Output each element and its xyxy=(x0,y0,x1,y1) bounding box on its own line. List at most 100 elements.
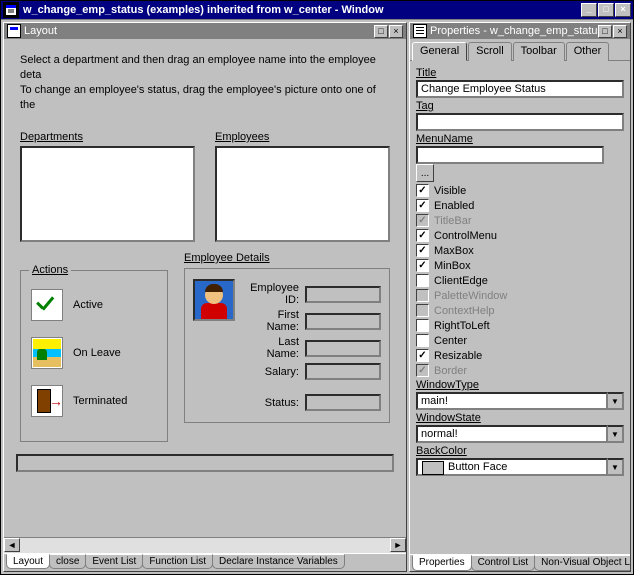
layout-bottom-tabs: Layout close Event List Function List De… xyxy=(4,553,406,571)
action-onleave[interactable]: On Leave xyxy=(31,337,159,369)
checkbox-row-enabled: ✓Enabled xyxy=(416,199,624,212)
properties-maximize-button[interactable]: □ xyxy=(598,25,612,38)
minimize-button[interactable]: _ xyxy=(581,3,597,17)
first-name-label: First Name: xyxy=(243,309,301,333)
employee-photo[interactable] xyxy=(193,279,235,321)
backcolor-label: BackColor xyxy=(416,445,624,457)
tab-scroll[interactable]: Scroll xyxy=(468,42,512,61)
title-property-label: Title xyxy=(416,67,624,79)
active-icon xyxy=(31,289,63,321)
layout-canvas[interactable]: Select a department and then drag an emp… xyxy=(4,39,406,537)
tab-other[interactable]: Other xyxy=(566,42,610,61)
layout-maximize-button[interactable]: □ xyxy=(374,25,388,38)
employees-label: Employees xyxy=(215,131,390,143)
tab-nonvisual-object-list[interactable]: Non-Visual Object List xyxy=(534,555,631,571)
visible-checkbox[interactable]: ✓ xyxy=(416,184,429,197)
tab-control-list[interactable]: Control List xyxy=(471,555,536,571)
maximize-button[interactable]: □ xyxy=(598,3,614,17)
properties-panel-title: Properties - w_change_emp_status inh xyxy=(430,25,598,37)
client-area: Layout □ × Select a department and then … xyxy=(1,19,633,574)
visible-label: Visible xyxy=(434,185,466,197)
maxbox-checkbox[interactable]: ✓ xyxy=(416,244,429,257)
salary-field[interactable] xyxy=(305,363,381,380)
scroll-left-button[interactable]: ◄ xyxy=(4,538,20,552)
tab-event-list[interactable]: Event List xyxy=(85,554,143,569)
clientedge-label: ClientEdge xyxy=(434,275,488,287)
windowstate-label: WindowState xyxy=(416,412,624,424)
color-swatch-icon xyxy=(422,461,444,475)
action-terminated[interactable]: Terminated xyxy=(31,385,159,417)
righttoleft-checkbox[interactable] xyxy=(416,319,429,332)
palettewindow-label: PaletteWindow xyxy=(434,290,507,302)
actions-legend: Actions xyxy=(29,264,71,276)
checkbox-row-border: ✓Border xyxy=(416,364,624,377)
checkbox-row-contexthelp: ContextHelp xyxy=(416,304,624,317)
onleave-icon xyxy=(31,337,63,369)
backcolor-text: Button Face xyxy=(448,461,507,473)
departments-listbox[interactable] xyxy=(20,146,195,242)
properties-panel-titlebar[interactable]: Properties - w_change_emp_status inh □ × xyxy=(410,23,630,39)
checkbox-row-maxbox: ✓MaxBox xyxy=(416,244,624,257)
clientedge-checkbox[interactable] xyxy=(416,274,429,287)
minbox-checkbox[interactable]: ✓ xyxy=(416,259,429,272)
action-active[interactable]: Active xyxy=(31,289,159,321)
window-system-icon[interactable] xyxy=(3,2,19,18)
windowtype-combo[interactable]: main! xyxy=(416,392,624,410)
properties-body: Title Tag MenuName ... ✓Visible✓Enabled✓… xyxy=(410,61,630,554)
instructions-line2: To change an employee's status, drag the… xyxy=(20,84,376,111)
title-property-input[interactable] xyxy=(416,80,624,98)
status-field[interactable] xyxy=(305,394,381,411)
tab-declare-instance-variables[interactable]: Declare Instance Variables xyxy=(212,554,345,569)
status-bar xyxy=(16,454,394,472)
tab-properties[interactable]: Properties xyxy=(412,555,472,571)
properties-bottom-tabs: Properties Control List Non-Visual Objec… xyxy=(410,554,630,571)
properties-close-button[interactable]: × xyxy=(613,25,627,38)
layout-hscrollbar[interactable]: ◄ ► xyxy=(4,537,406,553)
salary-label: Salary: xyxy=(243,366,301,378)
employee-details-groupbox: Employee ID: First Name: Last Name: xyxy=(184,268,390,423)
action-label: On Leave xyxy=(73,347,121,359)
layout-panel-titlebar[interactable]: Layout □ × xyxy=(4,23,406,39)
checkbox-row-palettewindow: PaletteWindow xyxy=(416,289,624,302)
menuname-property-label: MenuName xyxy=(416,133,624,145)
chevron-down-icon[interactable] xyxy=(608,392,624,410)
tab-toolbar[interactable]: Toolbar xyxy=(513,42,565,61)
employees-listbox[interactable] xyxy=(215,146,390,242)
tab-layout[interactable]: Layout xyxy=(6,554,50,569)
tab-close[interactable]: close xyxy=(49,554,86,569)
enabled-checkbox[interactable]: ✓ xyxy=(416,199,429,212)
window-title: w_change_emp_status (examples) inherited… xyxy=(23,4,581,16)
checkbox-row-titlebar: ✓TitleBar xyxy=(416,214,624,227)
windowstate-combo[interactable]: normal! xyxy=(416,425,624,443)
window-titlebar[interactable]: w_change_emp_status (examples) inherited… xyxy=(1,1,633,19)
tab-general[interactable]: General xyxy=(412,42,467,61)
windowtype-value: main! xyxy=(416,392,608,410)
border-label: Border xyxy=(434,365,467,377)
backcolor-value: Button Face xyxy=(416,458,608,476)
menuname-property-input[interactable] xyxy=(416,146,604,164)
layout-close-button[interactable]: × xyxy=(389,25,403,38)
employee-id-field[interactable] xyxy=(305,286,381,303)
chevron-down-icon[interactable] xyxy=(608,425,624,443)
layout-panel: Layout □ × Select a department and then … xyxy=(3,22,407,572)
controlmenu-checkbox[interactable]: ✓ xyxy=(416,229,429,242)
center-checkbox[interactable] xyxy=(416,334,429,347)
chevron-down-icon[interactable] xyxy=(608,458,624,476)
first-name-field[interactable] xyxy=(305,313,381,330)
close-button[interactable]: × xyxy=(615,3,631,17)
checkbox-row-righttoleft: RightToLeft xyxy=(416,319,624,332)
tag-property-input[interactable] xyxy=(416,113,624,131)
palettewindow-checkbox xyxy=(416,289,429,302)
menuname-browse-button[interactable]: ... xyxy=(416,164,434,182)
last-name-label: Last Name: xyxy=(243,336,301,360)
scroll-track[interactable] xyxy=(20,538,390,553)
tag-property-label: Tag xyxy=(416,100,624,112)
terminated-icon xyxy=(31,385,63,417)
resizable-checkbox[interactable]: ✓ xyxy=(416,349,429,362)
tab-function-list[interactable]: Function List xyxy=(142,554,213,569)
checkbox-row-minbox: ✓MinBox xyxy=(416,259,624,272)
last-name-field[interactable] xyxy=(305,340,381,357)
scroll-right-button[interactable]: ► xyxy=(390,538,406,552)
checkbox-row-resizable: ✓Resizable xyxy=(416,349,624,362)
backcolor-combo[interactable]: Button Face xyxy=(416,458,624,476)
